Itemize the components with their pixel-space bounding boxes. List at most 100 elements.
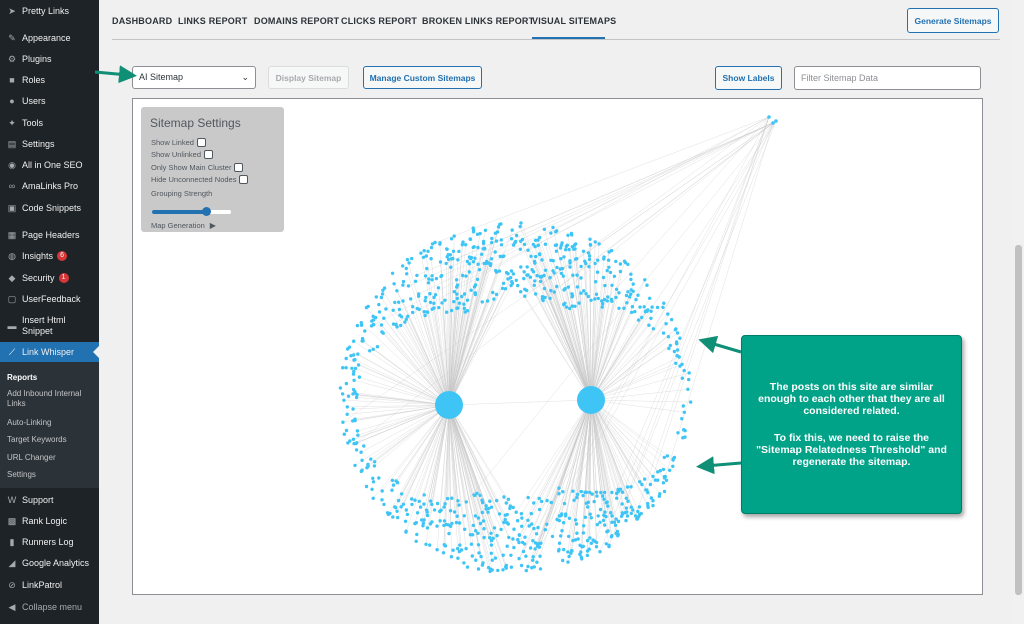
plugin-icon: ⚙: [7, 53, 17, 64]
main-content: DASHBOARD LINKS REPORT DOMAINS REPORT CL…: [99, 0, 1013, 624]
scrollbar-thumb[interactable]: [1015, 245, 1022, 595]
sidebar-item-label: Rank Logic: [22, 515, 68, 526]
notification-badge: 1: [58, 273, 69, 283]
page-headers-icon: ▦: [7, 229, 17, 240]
submenu-item-settings[interactable]: Settings: [7, 470, 97, 480]
sidebar-item-roles[interactable]: ■ Roles: [0, 70, 99, 90]
sidebar-item-support[interactable]: W Support: [0, 490, 99, 510]
graph-edges: [342, 116, 777, 571]
sidebar-item-pretty-links[interactable]: ➤ Pretty Links: [0, 1, 99, 21]
main-cluster-checkbox[interactable]: [234, 163, 244, 172]
annotation-callout: The posts on this site are similar enoug…: [741, 335, 962, 514]
link-whisper-submenu: Reports Add Inbound Internal Links Auto-Li…: [0, 362, 99, 488]
link-whisper-icon: ⟋: [8, 346, 16, 357]
submenu-item-auto-linking[interactable]: Auto-Linking: [7, 418, 97, 428]
main-cluster-option: Only Show Main Cluster: [151, 163, 244, 172]
sidebar-item-settings[interactable]: ▤ Settings: [0, 134, 99, 154]
submenu-item-url-changer[interactable]: URL Changer: [7, 453, 97, 463]
linkpatrol-icon: ⊘: [8, 579, 16, 590]
users-icon: ●: [9, 96, 15, 106]
sidebar-item-collapse-menu[interactable]: ◀ Collapse menu: [0, 597, 99, 617]
sidebar-item-google-analytics[interactable]: ◢ Google Analytics: [0, 553, 99, 573]
sidebar-item-label: Roles: [22, 74, 46, 85]
page-scrollbar[interactable]: [1013, 0, 1024, 624]
admin-sidebar: ➤ Pretty Links ✎ Appearance ⚙ Plugins ■ Roles ● U…: [0, 0, 99, 624]
sidebar-item-userfeedback[interactable]: ▢ UserFeedback: [0, 289, 99, 309]
hide-unconnected-label: Hide Unconnected Nodes: [151, 175, 237, 184]
sidebar-item-label: Link Whisper: [22, 346, 75, 357]
sidebar-item-code-snippets[interactable]: ▣ Code Snippets: [0, 198, 99, 218]
submenu-item-target-keywords[interactable]: Target Keywords: [7, 435, 97, 445]
sidebar-item-label: Insert Html Snippet: [22, 315, 66, 336]
paintbrush-icon: ✎: [8, 32, 16, 43]
sidebar-item-security[interactable]: ◆ Security 1: [0, 268, 99, 288]
analytics-icon: ◢: [8, 557, 16, 568]
sidebar-item-page-headers[interactable]: ▦ Page Headers: [0, 225, 99, 245]
html-snippet-icon: ▬: [7, 321, 17, 331]
link-icon: ∞: [8, 181, 16, 191]
sidebar-item-tools[interactable]: ✦ Tools: [0, 113, 99, 133]
tab-visual-sitemaps[interactable]: VISUAL SITEMAPS: [532, 16, 616, 26]
sidebar-item-rank-logic[interactable]: ▩ Rank Logic: [0, 511, 99, 531]
roles-icon: ■: [9, 75, 15, 85]
sidebar-item-runners-log[interactable]: ▮ Runners Log: [0, 532, 99, 552]
collapse-icon: ◀: [8, 601, 16, 612]
hub-node-2[interactable]: [577, 386, 605, 414]
grouping-strength-slider[interactable]: [152, 207, 231, 216]
sidebar-item-label: Tools: [22, 117, 44, 128]
hub-node-1[interactable]: [435, 391, 463, 419]
hide-unconnected-checkbox[interactable]: [239, 175, 249, 184]
show-linked-option: Show Linked: [151, 138, 206, 147]
generate-sitemaps-button[interactable]: Generate Sitemaps: [907, 8, 999, 33]
show-labels-button[interactable]: Show Labels: [715, 66, 782, 90]
tab-broken-links-report[interactable]: BROKEN LINKS REPORT: [422, 16, 534, 26]
slider-fill: [152, 210, 206, 214]
play-arrow-icon: ▶: [209, 221, 216, 230]
sidebar-item-label: UserFeedback: [22, 293, 81, 304]
slider-handle[interactable]: [201, 207, 211, 216]
chart-icon: ▮: [9, 536, 15, 547]
sidebar-item-users[interactable]: ● Users: [0, 91, 99, 111]
sitemap-settings-panel: Sitemap Settings Show Linked Show Unlink…: [141, 107, 284, 232]
sidebar-item-label: Support: [22, 494, 54, 505]
settings-title: Sitemap Settings: [150, 116, 241, 130]
sidebar-item-linkpatrol[interactable]: ⊘ LinkPatrol: [0, 575, 99, 595]
grouping-strength-label: Grouping Strength: [151, 189, 213, 198]
sidebar-item-all-in-one-seo[interactable]: ◉ All in One SEO: [0, 155, 99, 175]
sidebar-item-label: Security: [22, 272, 55, 283]
sidebar-item-link-whisper[interactable]: ⟋ Link Whisper: [0, 342, 99, 362]
code-icon: ▣: [7, 202, 17, 213]
feedback-icon: ▢: [7, 293, 17, 304]
tab-domains-report[interactable]: DOMAINS REPORT: [254, 16, 339, 26]
tab-links-report[interactable]: LINKS REPORT: [178, 16, 247, 26]
sidebar-item-insights[interactable]: ◍ Insights 6: [0, 246, 99, 266]
sidebar-item-label: LinkPatrol: [22, 579, 63, 590]
display-sitemap-button[interactable]: Display Sitemap: [268, 66, 349, 89]
sidebar-item-amalinks-pro[interactable]: ∞ AmaLinks Pro: [0, 176, 99, 196]
sidebar-item-plugins[interactable]: ⚙ Plugins: [0, 49, 99, 69]
filter-sitemap-input[interactable]: [794, 66, 981, 90]
show-unlinked-checkbox[interactable]: [204, 150, 214, 159]
pretty-links-icon: ➤: [8, 5, 16, 16]
tab-clicks-report[interactable]: CLICKS REPORT: [341, 16, 417, 26]
sitemap-select[interactable]: AI Sitemap ⌄: [132, 66, 256, 89]
map-generation-label: Map Generation: [151, 221, 205, 230]
submenu-item-add-inbound-internal-links[interactable]: Add Inbound Internal Links: [7, 389, 97, 409]
chevron-down-icon: ⌄: [241, 72, 249, 82]
manage-custom-sitemaps-button[interactable]: Manage Custom Sitemaps: [363, 66, 482, 89]
sidebar-item-label: Plugins: [22, 53, 52, 64]
tab-dashboard[interactable]: DASHBOARD: [112, 16, 172, 26]
sidebar-item-label: Users: [22, 95, 46, 106]
map-generation-toggle[interactable]: Map Generation ▶: [151, 221, 216, 230]
show-linked-checkbox[interactable]: [196, 138, 206, 147]
sidebar-item-label: Page Headers: [22, 229, 80, 240]
sidebar-item-insert-html-snippet[interactable]: ▬ Insert Html Snippet: [0, 310, 99, 342]
sidebar-item-appearance[interactable]: ✎ Appearance: [0, 28, 99, 48]
sitemap-select-value: AI Sitemap: [139, 72, 184, 82]
sidebar-item-label: Pretty Links: [22, 5, 70, 16]
submenu-item-reports[interactable]: Reports: [7, 373, 97, 383]
active-tab-indicator: [532, 37, 605, 39]
support-icon: W: [7, 495, 17, 505]
sidebar-item-label: Google Analytics: [22, 557, 90, 568]
report-tabs: DASHBOARD LINKS REPORT DOMAINS REPORT CL…: [112, 0, 1000, 40]
